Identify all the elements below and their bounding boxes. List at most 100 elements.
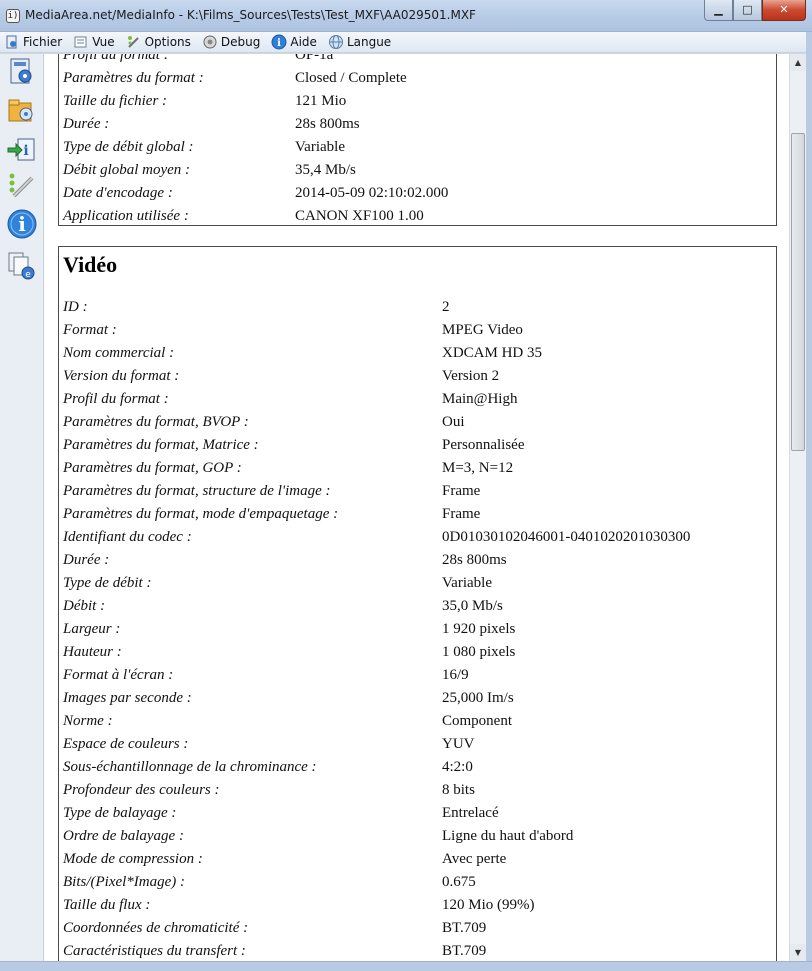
info-row-key: Identifiant du codec : (63, 529, 192, 545)
info-row: Paramètres du format : Closed / Complete (63, 70, 772, 93)
menu-bar: Fichier Vue Options Debug i Aide Langue (0, 32, 812, 53)
info-row-value: Ligne du haut d'abord (442, 828, 574, 844)
info-row-value: Oui (442, 414, 465, 430)
info-row-key: Bits/(Pixel*Image) : (63, 874, 186, 890)
info-row: Type de débit global : Variable (63, 139, 772, 162)
info-row-value: 120 Mio (99%) (442, 897, 535, 913)
menu-vue[interactable]: Vue (73, 34, 115, 50)
info-row-key: Durée : (63, 116, 110, 132)
info-row: Hauteur : 1 080 pixels (63, 644, 772, 667)
info-row-key: Débit : (63, 598, 106, 614)
title-bar[interactable]: i) MediaArea.net/MediaInfo - K:\Films_So… (0, 0, 812, 32)
info-row: Paramètres du format, Matrice : Personnal… (63, 437, 772, 460)
view-icon (73, 34, 89, 50)
info-row: Durée : 28s 800ms (63, 116, 772, 139)
info-row-value: CANON XF100 1.00 (295, 208, 424, 224)
info-row: Profil du format : OP-1a (63, 54, 772, 70)
info-row: Paramètres du format, BVOP : Oui (63, 414, 772, 437)
info-row-value: BT.709 (442, 943, 487, 959)
info-row: Mode de compression : Avec perte (63, 851, 772, 874)
menu-debug[interactable]: Debug (202, 34, 260, 50)
info-row-value: 35,4 Mb/s (295, 162, 356, 178)
info-row-value: Main@High (442, 391, 518, 407)
info-row: Caractéristiques du transfert : BT.709 (63, 943, 772, 961)
info-row-key: Application utilisée : (63, 208, 189, 224)
info-row-value: Variable (442, 575, 492, 591)
info-row: Identifiant du codec : 0D01030102046001-0… (63, 529, 772, 552)
info-row-key: Norme : (63, 713, 113, 729)
open-folder-icon[interactable] (6, 94, 38, 126)
menu-aide[interactable]: i Aide (271, 34, 317, 50)
menu-options[interactable]: Options (126, 34, 191, 50)
info-row-value: Version 2 (442, 368, 500, 384)
language-icon (328, 34, 344, 50)
info-row-key: Hauteur : (63, 644, 122, 660)
info-row-value: Component (442, 713, 512, 729)
info-row-value: Frame (442, 483, 481, 499)
video-section-title: Vidéo (63, 252, 118, 277)
info-row-key: Paramètres du format, Matrice : (63, 437, 259, 453)
info-row-key: Images par seconde : (63, 690, 192, 706)
about-documents-icon[interactable]: e (6, 250, 38, 282)
info-row-key: Taille du fichier : (63, 93, 168, 109)
window-controls: ▁ □ ✕ (704, 0, 806, 22)
svg-text:i: i (277, 38, 281, 49)
mediainfo-app-icon[interactable]: i) (6, 9, 20, 23)
svg-text:i: i (18, 212, 26, 236)
info-row-value: M=3, N=12 (442, 460, 514, 476)
preferences-icon[interactable] (6, 170, 38, 202)
info-row-value: Closed / Complete (295, 70, 407, 86)
debug-icon (202, 34, 218, 50)
left-toolbar: i i e (0, 54, 44, 964)
info-row: Date d'encodage : 2014-05-09 02:10:02.000 (63, 185, 772, 208)
help-icon: i (271, 34, 287, 50)
report-view[interactable]: Profil du format : OP-1a Paramètres du for… (44, 54, 789, 961)
info-row-value: OP-1a (295, 54, 334, 63)
info-row-key: Profil du format : (63, 391, 169, 407)
info-row-key: Date d'encodage : (63, 185, 173, 201)
open-file-icon[interactable] (6, 56, 38, 88)
info-row: Format à l'écran : 16/9 (63, 667, 772, 690)
maximize-button[interactable]: □ (733, 0, 762, 21)
info-row-value: 2014-05-09 02:10:02.000 (295, 185, 449, 201)
info-row-value: 4:2:0 (442, 759, 473, 775)
info-row: Taille du flux : 120 Mio (99%) (63, 897, 772, 920)
info-row-key: Taille du flux : (63, 897, 151, 913)
menu-langue[interactable]: Langue (328, 34, 391, 50)
scroll-down-button[interactable]: ▼ (790, 944, 806, 961)
info-row-value: 1 920 pixels (442, 621, 516, 637)
menu-fichier[interactable]: Fichier (4, 34, 62, 50)
general-section: Profil du format : OP-1a Paramètres du for… (58, 54, 777, 226)
info-row-key: Format : (63, 322, 117, 338)
info-row: Taille du fichier : 121 Mio (63, 93, 772, 116)
info-row-key: Profondeur des couleurs : (63, 782, 220, 798)
close-button[interactable]: ✕ (762, 0, 806, 21)
menu-aide-label: Aide (290, 35, 317, 49)
info-row-value: BT.709 (442, 920, 487, 936)
scroll-thumb[interactable] (791, 133, 805, 451)
info-row-value: Avec perte (442, 851, 507, 867)
minimize-button[interactable]: ▁ (704, 0, 733, 21)
menu-options-label: Options (144, 35, 191, 49)
info-row-value: 0D01030102046001-0401020201030300 (442, 529, 691, 545)
info-row-key: Débit global moyen : (63, 162, 191, 178)
info-row-value: YUV (442, 736, 475, 752)
info-row-value: 1 080 pixels (442, 644, 516, 660)
info-row: Application utilisée : CANON XF100 1.00 (63, 208, 772, 231)
scroll-up-button[interactable]: ▲ (790, 54, 806, 71)
vertical-scrollbar[interactable]: ▲ ▼ (789, 54, 806, 961)
window-frame-right (806, 32, 812, 971)
info-icon[interactable]: i (6, 208, 38, 240)
svg-text:e: e (25, 270, 31, 280)
file-icon (4, 34, 20, 50)
info-row: Paramètres du format, GOP : M=3, N=12 (63, 460, 772, 483)
info-row-key: Paramètres du format, mode d'empaquetage… (63, 506, 339, 522)
info-row-value: XDCAM HD 35 (442, 345, 543, 361)
video-section: Vidéo ID : 2 Format : MPEG Video Nom commerc… (58, 246, 777, 961)
export-icon[interactable]: i (6, 134, 38, 166)
info-row: Format : MPEG Video (63, 322, 772, 345)
info-row-key: Profil du format : (63, 54, 169, 63)
info-row-key: Sous-échantillonnage de la chrominance : (63, 759, 317, 775)
info-row: Profondeur des couleurs : 8 bits (63, 782, 772, 805)
info-row-value: Variable (295, 139, 345, 155)
